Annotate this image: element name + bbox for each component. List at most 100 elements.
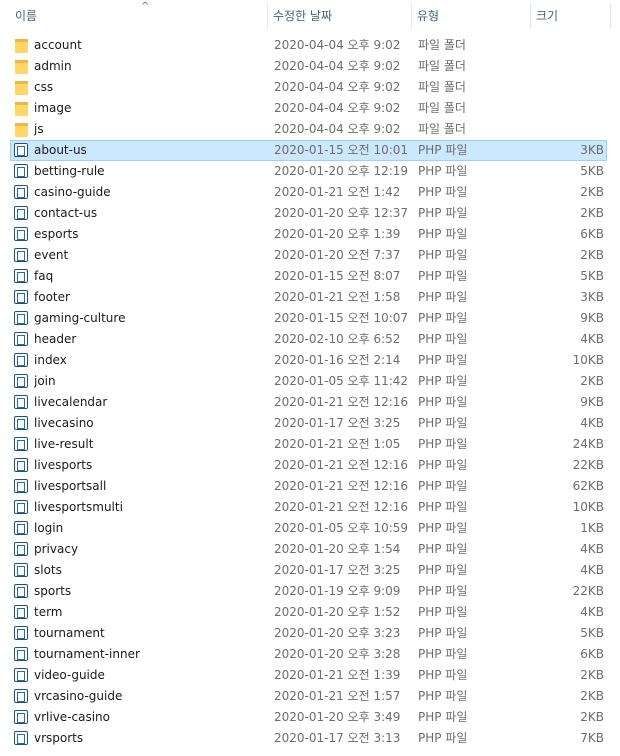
file-size: 5KB (580, 626, 604, 640)
file-name: event (34, 248, 69, 262)
file-row[interactable]: live-result 2020-01-21 오전 1:05 PHP 파일 24KB (0, 434, 620, 455)
column-header-type[interactable]: 유형 (412, 0, 531, 32)
folder-row[interactable]: image 2020-04-04 오후 9:02 파일 폴더 (0, 98, 620, 119)
file-name: vrsports (34, 731, 84, 745)
row-icon-cell (14, 434, 30, 455)
row-icon-cell (14, 266, 30, 287)
file-size: 62KB (572, 479, 604, 493)
file-type: PHP 파일 (418, 437, 468, 451)
file-row[interactable]: event 2020-01-20 오전 7:37 PHP 파일 2KB (0, 245, 620, 266)
php-file-icon (14, 626, 28, 640)
file-name: livecalendar (34, 395, 108, 409)
file-row[interactable]: video-guide 2020-01-21 오전 1:39 PHP 파일 2KB (0, 665, 620, 686)
file-type: PHP 파일 (418, 521, 468, 535)
modified-date: 2020-01-21 오전 1:58 (274, 290, 401, 304)
file-type: 파일 폴더 (418, 101, 466, 115)
file-row[interactable]: faq 2020-01-15 오전 8:07 PHP 파일 5KB (0, 266, 620, 287)
row-icon-cell (14, 707, 30, 728)
file-size: 6KB (580, 647, 604, 661)
file-name: account (34, 38, 82, 52)
column-header-name[interactable]: 이름 ^ (10, 0, 268, 32)
modified-date: 2020-01-17 오전 3:13 (274, 731, 401, 745)
file-type: PHP 파일 (418, 416, 468, 430)
php-file-icon (14, 731, 28, 745)
file-type: PHP 파일 (418, 227, 468, 241)
file-row[interactable]: vrlive-casino 2020-01-20 오후 3:49 PHP 파일 2KB (0, 707, 620, 728)
file-row[interactable]: login 2020-01-05 오후 10:59 PHP 파일 1KB (0, 518, 620, 539)
file-row[interactable]: tournament-inner 2020-01-20 오후 3:28 PHP 파일… (0, 644, 620, 665)
file-size: 2KB (580, 374, 604, 388)
file-row[interactable]: privacy 2020-01-20 오후 1:54 PHP 파일 4KB (0, 539, 620, 560)
php-file-icon (14, 584, 28, 598)
file-row[interactable]: esports 2020-01-20 오후 1:39 PHP 파일 6KB (0, 224, 620, 245)
file-row[interactable]: join 2020-01-05 오후 11:42 PHP 파일 2KB (0, 371, 620, 392)
file-type: PHP 파일 (418, 710, 468, 724)
file-row[interactable]: vrsports 2020-01-17 오전 3:13 PHP 파일 7KB (0, 728, 620, 749)
modified-date: 2020-01-21 오전 12:16 (274, 395, 409, 409)
folder-row[interactable]: account 2020-04-04 오후 9:02 파일 폴더 (0, 35, 620, 56)
php-file-icon (14, 164, 28, 178)
file-size: 4KB (580, 605, 604, 619)
file-size: 22KB (572, 584, 604, 598)
modified-date: 2020-01-17 오전 3:25 (274, 416, 401, 430)
file-size: 5KB (580, 164, 604, 178)
modified-date: 2020-01-16 오전 2:14 (274, 353, 401, 367)
php-file-icon (14, 668, 28, 682)
file-type: PHP 파일 (418, 731, 468, 745)
file-row[interactable]: footer 2020-01-21 오전 1:58 PHP 파일 3KB (0, 287, 620, 308)
php-file-icon (14, 416, 28, 430)
folder-row[interactable]: admin 2020-04-04 오후 9:02 파일 폴더 (0, 56, 620, 77)
file-row[interactable]: sports 2020-01-19 오후 9:09 PHP 파일 22KB (0, 581, 620, 602)
file-size: 4KB (580, 542, 604, 556)
file-size: 5KB (580, 269, 604, 283)
file-row[interactable]: betting-rule 2020-01-20 오후 12:19 PHP 파일 5KB (0, 161, 620, 182)
file-row[interactable]: tournament 2020-01-20 오후 3:23 PHP 파일 5KB (0, 623, 620, 644)
file-row[interactable]: contact-us 2020-01-20 오후 12:37 PHP 파일 2KB (0, 203, 620, 224)
file-type: PHP 파일 (418, 290, 468, 304)
file-row[interactable]: about-us 2020-01-15 오전 10:01 PHP 파일 3KB (0, 140, 620, 161)
file-name: vrlive-casino (34, 710, 111, 724)
file-list: account 2020-04-04 오후 9:02 파일 폴더 admin 2020-… (0, 35, 620, 749)
file-row[interactable]: livesports 2020-01-21 오전 12:16 PHP 파일 22KB (0, 455, 620, 476)
file-type: PHP 파일 (418, 206, 468, 220)
modified-date: 2020-01-21 오전 1:42 (274, 185, 401, 199)
folder-row[interactable]: js 2020-04-04 오후 9:02 파일 폴더 (0, 119, 620, 140)
file-row[interactable]: gaming-culture 2020-01-15 오전 10:07 PHP 파일 9… (0, 308, 620, 329)
file-row[interactable]: livecasino 2020-01-17 오전 3:25 PHP 파일 4KB (0, 413, 620, 434)
row-icon-cell (14, 392, 30, 413)
column-header-bar: 이름 ^ 수정한 날짜 유형 크기 (0, 0, 620, 32)
file-size: 3KB (580, 290, 604, 304)
modified-date: 2020-01-15 오전 10:07 (274, 311, 409, 325)
file-row[interactable]: slots 2020-01-17 오전 3:25 PHP 파일 4KB (0, 560, 620, 581)
row-icon-cell (14, 581, 30, 602)
file-row[interactable]: index 2020-01-16 오전 2:14 PHP 파일 10KB (0, 350, 620, 371)
file-row[interactable]: livesportsall 2020-01-21 오전 12:16 PHP 파일 62… (0, 476, 620, 497)
modified-date: 2020-01-21 오전 1:39 (274, 668, 401, 682)
file-row[interactable]: casino-guide 2020-01-21 오전 1:42 PHP 파일 2KB (0, 182, 620, 203)
file-type: 파일 폴더 (418, 59, 466, 73)
file-type: PHP 파일 (418, 269, 468, 283)
file-row[interactable]: term 2020-01-20 오후 1:52 PHP 파일 4KB (0, 602, 620, 623)
php-file-icon (14, 458, 28, 472)
file-row[interactable]: header 2020-02-10 오후 6:52 PHP 파일 4KB (0, 329, 620, 350)
file-size: 9KB (580, 395, 604, 409)
row-icon-cell (14, 371, 30, 392)
file-type: PHP 파일 (418, 185, 468, 199)
modified-date: 2020-01-21 오전 12:16 (274, 479, 409, 493)
file-type: PHP 파일 (418, 479, 468, 493)
column-header-date[interactable]: 수정한 날짜 (268, 0, 412, 32)
folder-row[interactable]: css 2020-04-04 오후 9:02 파일 폴더 (0, 77, 620, 98)
row-icon-cell (14, 602, 30, 623)
row-icon-cell (14, 539, 30, 560)
file-type: PHP 파일 (418, 143, 468, 157)
row-icon-cell (14, 287, 30, 308)
php-file-icon (14, 374, 28, 388)
file-row[interactable]: livecalendar 2020-01-21 오전 12:16 PHP 파일 9KB (0, 392, 620, 413)
file-type: PHP 파일 (418, 542, 468, 556)
column-header-name-label: 이름 (15, 9, 38, 23)
column-header-size[interactable]: 크기 (531, 0, 611, 32)
file-row[interactable]: vrcasino-guide 2020-01-21 오전 1:57 PHP 파일 2K… (0, 686, 620, 707)
file-name: tournament-inner (34, 647, 140, 661)
modified-date: 2020-01-05 오후 10:59 (274, 521, 409, 535)
file-row[interactable]: livesportsmulti 2020-01-21 오전 12:16 PHP 파일… (0, 497, 620, 518)
